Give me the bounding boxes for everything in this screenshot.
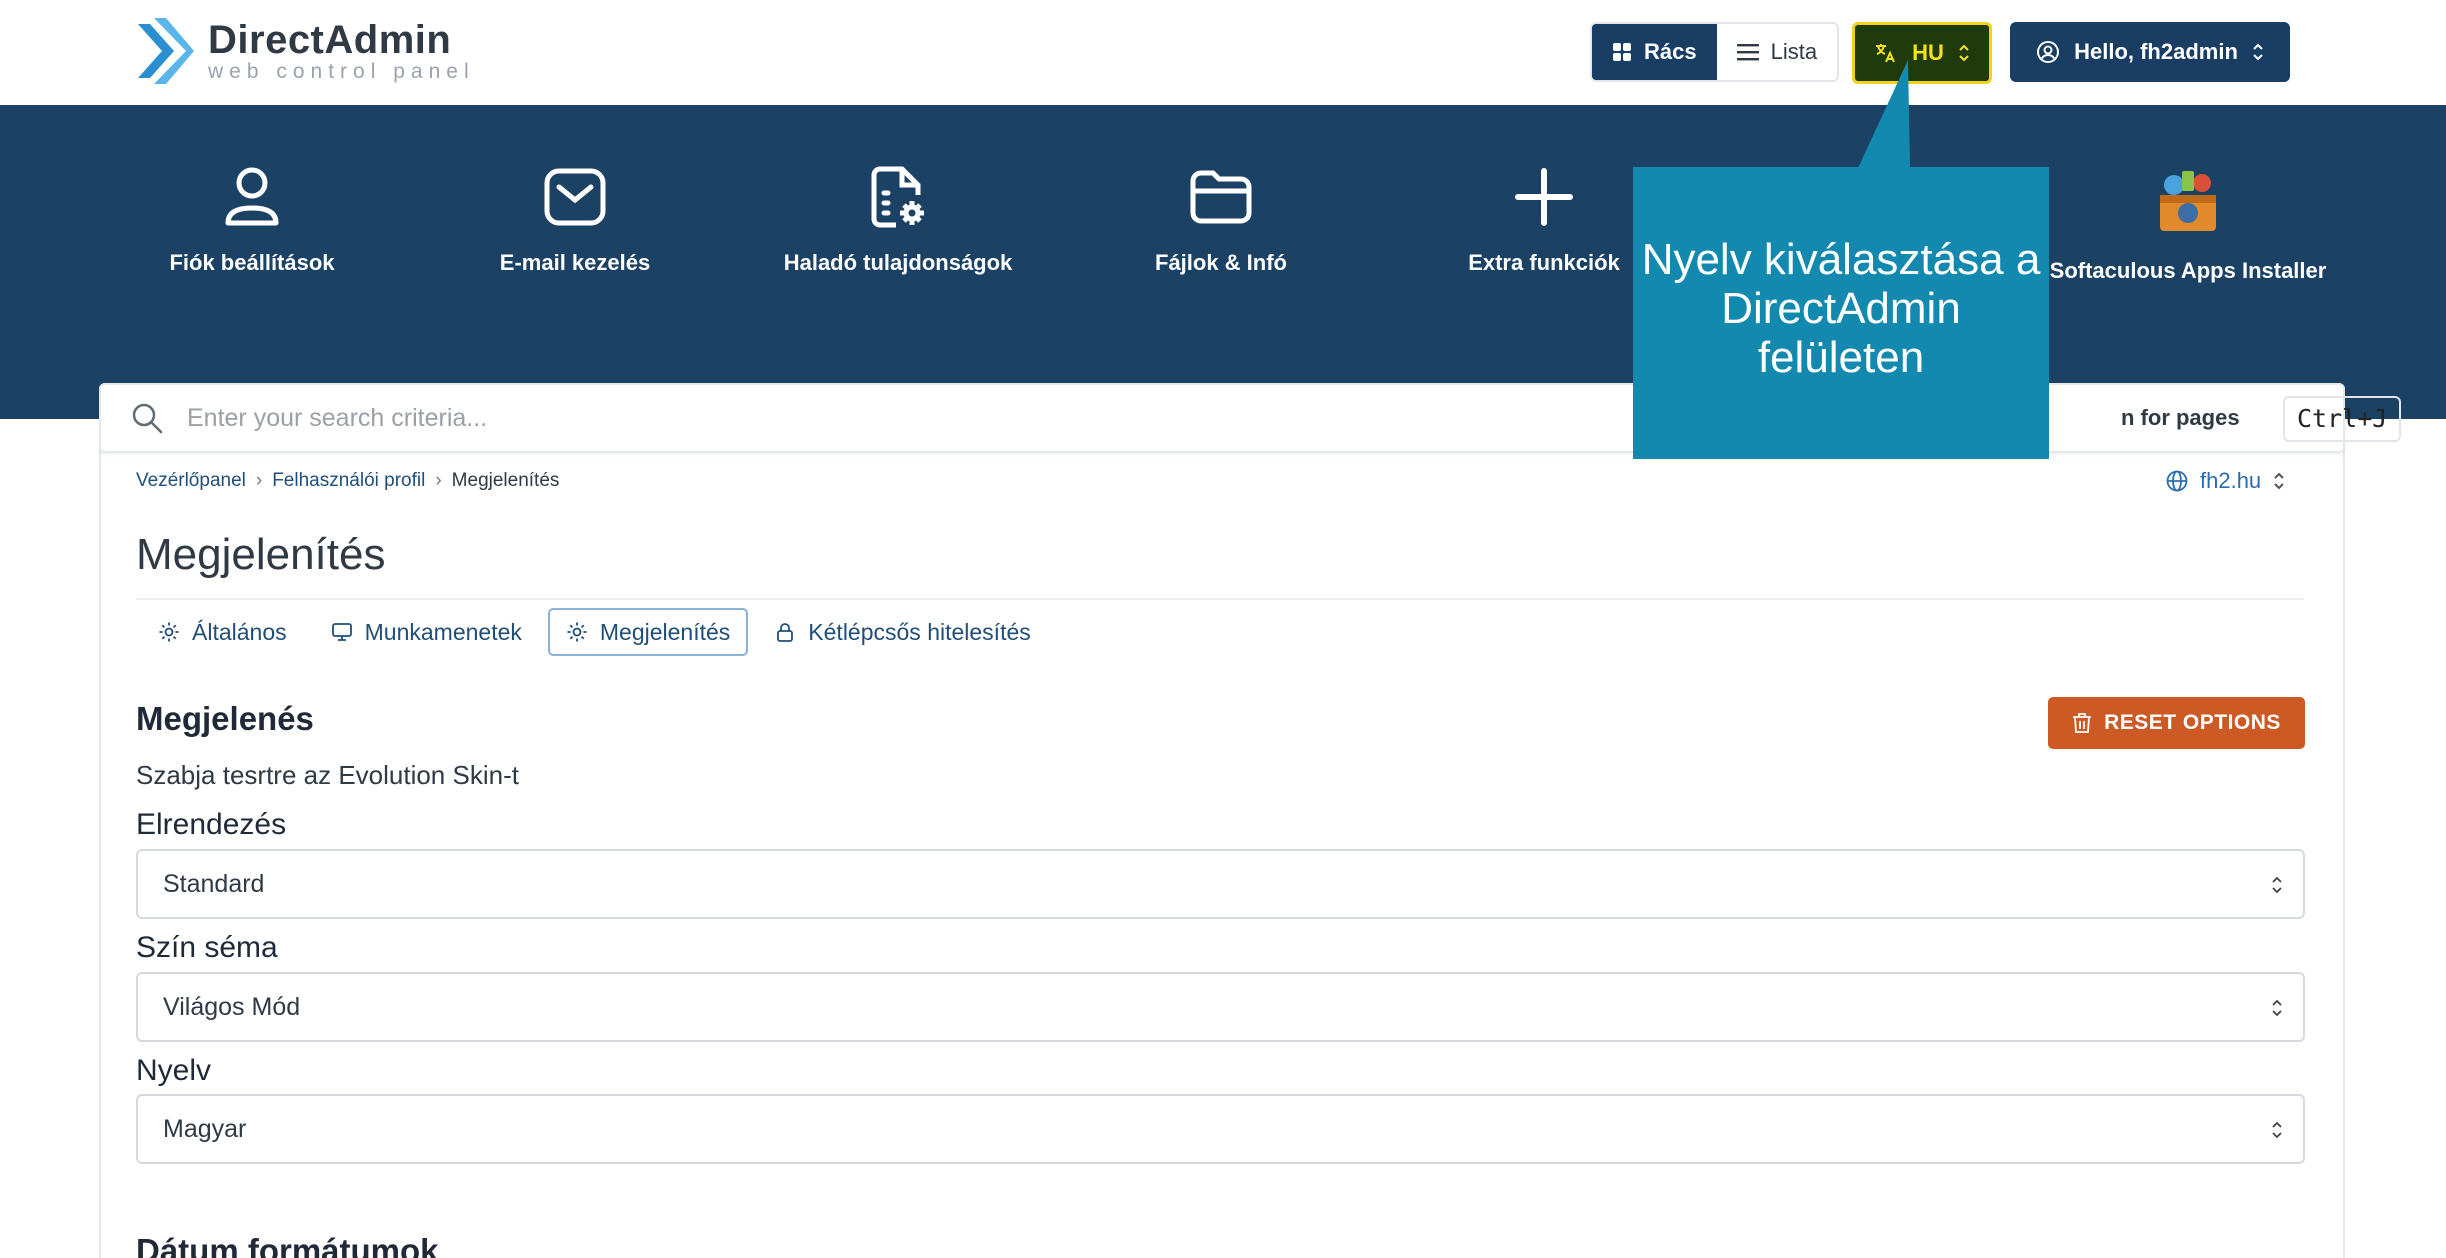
user-circle-icon — [2037, 41, 2060, 63]
chevron-right-icon: › — [435, 470, 442, 491]
grid-view-button[interactable]: Rács — [1592, 24, 1717, 80]
nav-item-label: Fiók beállítások — [169, 250, 335, 275]
tab-sessions[interactable]: Munkamenetek — [313, 608, 540, 656]
domain-selector[interactable]: fh2.hu — [2166, 468, 2285, 494]
view-toggle: Rács Lista — [1590, 22, 1840, 82]
language-select[interactable]: Magyar — [136, 1094, 2305, 1164]
lock-icon — [777, 623, 794, 642]
mail-icon — [544, 168, 606, 226]
keyboard-shortcut: Ctrl+J — [2283, 396, 2402, 442]
chevron-updown-icon — [1959, 44, 1969, 62]
chevron-updown-icon — [2272, 999, 2282, 1017]
grid-icon — [1613, 43, 1631, 61]
language-tooltip: Nyelv kiválasztása a DirectAdmin felület… — [1633, 167, 2049, 459]
section-title: Megjelenés — [136, 700, 314, 737]
folder-icon — [1190, 170, 1252, 224]
tab-two-factor[interactable]: Kétlépcsős hitelesítés — [756, 608, 1048, 656]
tab-label: Megjelenítés — [599, 618, 731, 645]
brand-logo[interactable]: DirectAdmin web control panel — [132, 14, 475, 88]
tab-display[interactable]: Megjelenítés — [547, 608, 749, 656]
breadcrumb: Vezérlőpanel › Felhasználói profil › Meg… — [136, 470, 559, 492]
file-gear-icon — [871, 166, 924, 228]
search-input[interactable] — [187, 403, 1587, 433]
color-scheme-label: Szín séma — [136, 931, 278, 964]
user-menu-button[interactable]: Hello, fh2admin — [2010, 22, 2290, 82]
top-bar: DirectAdmin web control panel Rács Lista… — [0, 0, 2446, 105]
user-icon — [225, 167, 279, 226]
domain-name: fh2.hu — [2200, 468, 2262, 493]
chevron-updown-icon — [2274, 472, 2284, 490]
list-icon — [1736, 44, 1759, 61]
globe-icon — [2166, 470, 2188, 492]
color-scheme-select[interactable]: Világos Mód — [136, 972, 2305, 1042]
nav-item-label: Extra funkciók — [1468, 250, 1620, 275]
list-view-button[interactable]: Lista — [1716, 24, 1838, 80]
layout-value: Standard — [163, 869, 265, 898]
search-icon — [132, 403, 163, 434]
divider — [136, 598, 2304, 600]
gear-icon — [567, 622, 587, 642]
breadcrumb-item[interactable]: Vezérlőpanel — [136, 470, 246, 492]
chevron-updown-icon — [2272, 1121, 2282, 1139]
plus-icon — [1515, 168, 1573, 226]
nav-item-label: Haladó tulajdonságok — [783, 250, 1013, 275]
reset-options-button[interactable]: RESET OPTIONS — [2048, 697, 2305, 749]
main-navigation: Fiók beállítások E-mail kezelés Haladó t… — [0, 105, 2446, 419]
nav-item-softaculous[interactable]: Softaculous Apps Installer — [2028, 165, 2348, 289]
date-format-title: Dátum formátumok — [136, 1232, 439, 1258]
chevron-updown-icon — [2253, 43, 2263, 61]
profile-tabs: Általános Munkamenetek Megjelenítés Kétl… — [140, 608, 1049, 656]
language-label: Nyelv — [136, 1054, 212, 1087]
chevron-right-icon: › — [255, 470, 263, 491]
gear-icon — [159, 622, 179, 642]
search-hint: n for pages — [2121, 405, 2240, 430]
tab-label: Kétlépcsős hitelesítés — [808, 618, 1031, 645]
nav-item-label: E-mail kezelés — [499, 250, 651, 275]
language-value: Magyar — [163, 1114, 247, 1143]
nav-item-label: Softaculous Apps Installer — [2049, 258, 2327, 283]
nav-item-files[interactable]: Fájlok & Infó — [1061, 165, 1381, 281]
nav-item-label: Fájlok & Infó — [1155, 250, 1287, 275]
nav-item-email[interactable]: E-mail kezelés — [415, 165, 735, 281]
chevron-updown-icon — [2272, 876, 2282, 894]
brand-name: DirectAdmin — [208, 18, 452, 62]
page-title: Megjelenítés — [136, 530, 386, 579]
tooltip-pointer — [1858, 60, 1910, 168]
layout-select[interactable]: Standard — [136, 849, 2305, 919]
tab-label: Munkamenetek — [364, 618, 522, 645]
section-description: Szabja tesrtre az Evolution Skin-t — [136, 760, 519, 790]
reset-label: RESET OPTIONS — [2104, 711, 2281, 734]
color-scheme-value: Világos Mód — [163, 992, 301, 1021]
directadmin-logo-icon — [138, 18, 194, 84]
nav-item-account-settings[interactable]: Fiók beállítások — [92, 165, 412, 281]
trash-icon — [2073, 713, 2092, 733]
monitor-icon — [331, 623, 352, 641]
tab-label: Általános — [192, 618, 287, 645]
softaculous-icon — [2160, 171, 2216, 231]
breadcrumb-item[interactable]: Felhasználói profil — [272, 470, 425, 492]
grid-view-label: Rács — [1644, 39, 1697, 64]
breadcrumb-current: Megjelenítés — [451, 470, 560, 491]
layout-label: Elrendezés — [136, 808, 287, 841]
brand-tagline: web control panel — [208, 60, 475, 83]
list-view-label: Lista — [1770, 39, 1818, 64]
tab-general[interactable]: Általános — [140, 608, 305, 656]
user-greeting: Hello, fh2admin — [2074, 39, 2238, 64]
nav-item-advanced[interactable]: Haladó tulajdonságok — [738, 165, 1058, 281]
